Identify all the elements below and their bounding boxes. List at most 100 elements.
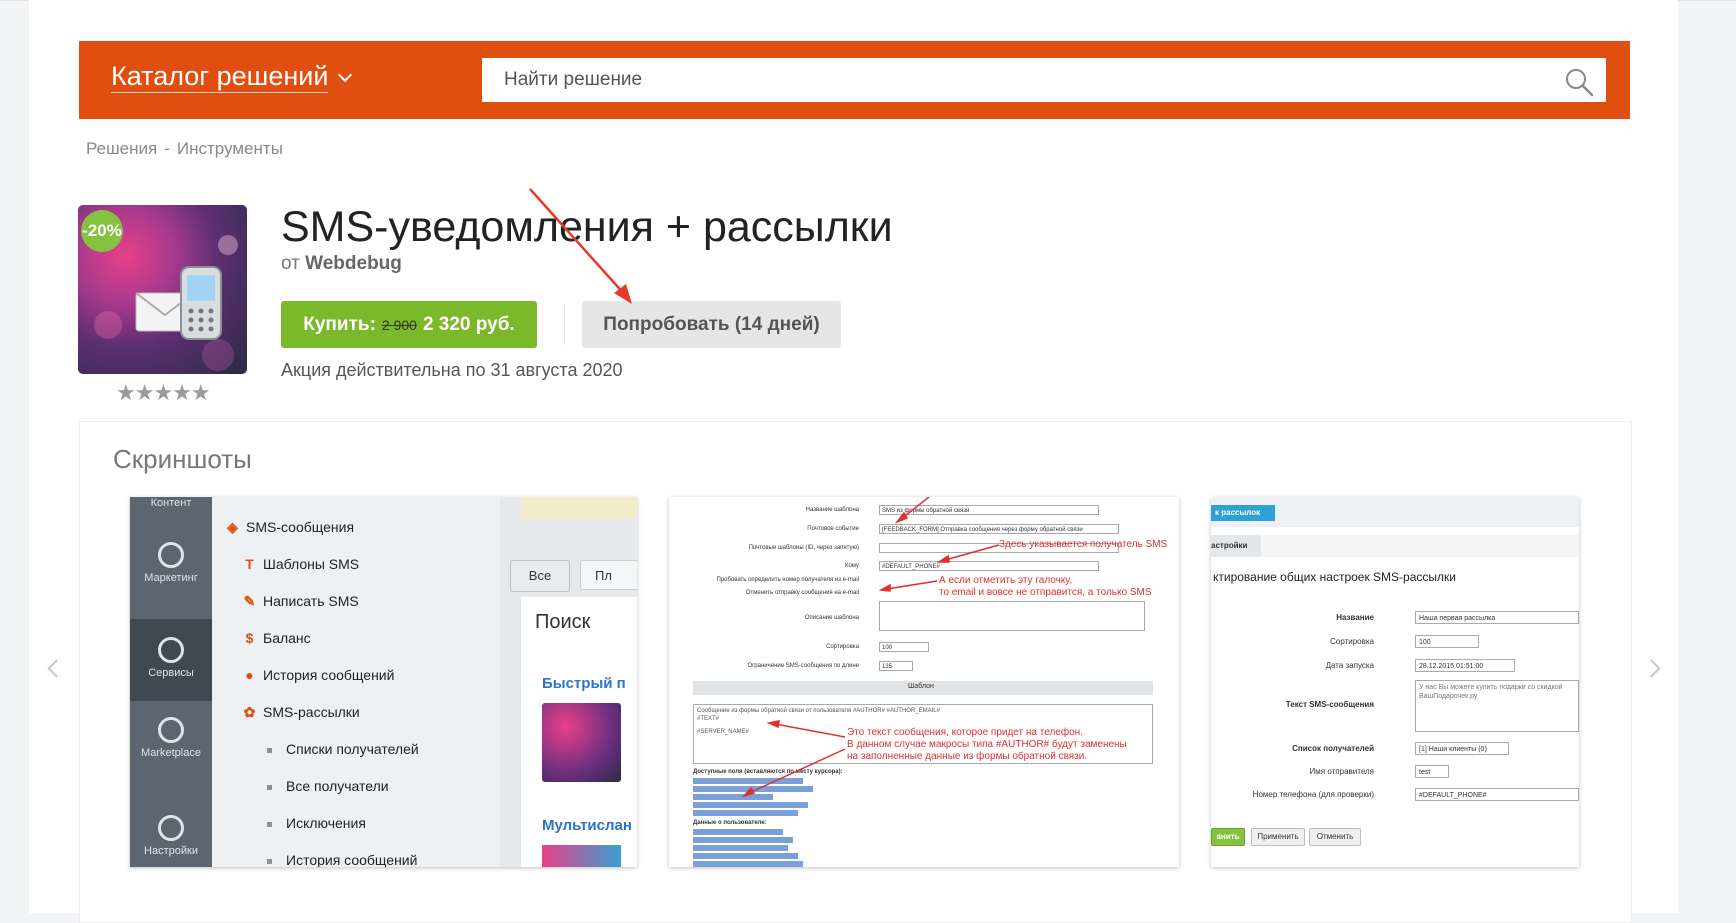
tree-node: ◈ SMS-сообщения (225, 519, 354, 536)
pane-quick-label: Быстрый п (542, 675, 626, 692)
search-pane: Поиск Быстрый п Мультислан (521, 597, 637, 867)
tree-label: История сообщений (263, 667, 395, 683)
product-thumbnail[interactable]: -20% (78, 205, 247, 374)
catalog-header: Каталог решений (79, 41, 1630, 119)
sidebar-label: Настройки (144, 845, 198, 857)
pane-search-label: Поиск (535, 611, 591, 633)
discount-badge: -20% (81, 210, 123, 252)
catalog-menu-toggle[interactable]: Каталог решений (111, 61, 353, 93)
form-field: У нас Вы можете купить подарки со скидко… (1415, 680, 1579, 732)
form-field: 100 (1415, 635, 1479, 648)
breadcrumb-separator: - (164, 139, 170, 158)
promo-text: Акция действительна по 31 августа 2020 (281, 360, 623, 380)
settings-subtab: астройки (1211, 535, 1261, 557)
form-label: Текст SMS-сообщения (1285, 700, 1374, 709)
form-label: Название (1336, 613, 1374, 622)
screenshot-3[interactable]: к рассылок астройки ктирование общих нас… (1211, 497, 1579, 867)
screenshot-1[interactable]: Контент Маркетинг Сервисы Marketplace На… (130, 497, 637, 867)
tree-node: История сообщений (267, 852, 417, 867)
bullet (267, 784, 272, 790)
old-price: 2 900 (381, 316, 417, 333)
cancel-button: Отменить (1309, 828, 1361, 846)
breadcrumb-item-solutions[interactable]: Решения (86, 139, 157, 158)
tree-label: Все получатели (286, 778, 389, 794)
tree-node: Списки получателей (267, 741, 419, 757)
mailings-subbar (1211, 535, 1579, 557)
form-field: test (1415, 765, 1449, 778)
product-title: SMS-уведомления + рассылки (281, 203, 893, 251)
pane-multi-label: Мультислан (542, 817, 632, 834)
buy-button[interactable]: Купить: 2 900 2 320 руб. (281, 301, 537, 348)
apply-button: Применить (1251, 828, 1305, 846)
sidebar-item-marketplace: Marketplace (130, 717, 212, 759)
catalog-title[interactable]: Каталог решений (111, 61, 329, 93)
template-icon: T (245, 556, 254, 572)
pane-app-thumb (542, 703, 621, 782)
target-icon (158, 542, 184, 568)
tree-node: ✿ SMS-рассылки (242, 704, 360, 721)
clock-icon: ● (245, 667, 254, 683)
tree-label: Шаблоны SMS (263, 556, 360, 572)
layers-icon (158, 637, 184, 663)
annotation-arrows (741, 497, 1000, 798)
search-input[interactable] (482, 58, 1566, 102)
search-box (482, 58, 1606, 102)
admin-sidebar: Контент Маркетинг Сервисы Marketplace На… (130, 497, 212, 867)
filter-second-button: Пл (580, 560, 637, 590)
button-divider (564, 305, 565, 345)
form-label: Имя отправителя (1309, 767, 1374, 776)
sidebar-label: Сервисы (148, 667, 194, 679)
form-field: [1] Наши клиенты (0) (1415, 742, 1509, 755)
sidebar-label: Marketplace (141, 747, 201, 759)
admin-right-panel: Все Пл Поиск Быстрый п Мультислан (500, 497, 637, 867)
bullet (267, 821, 272, 827)
pencil-icon: ✎ (243, 593, 256, 609)
breadcrumb-item-tools[interactable]: Инструменты (177, 139, 283, 158)
sms-icon: ◈ (227, 519, 238, 535)
search-icon[interactable] (1564, 67, 1594, 97)
mailing-settings-title: ктирование общих настроек SMS-рассылки (1213, 570, 1456, 584)
pane-app-thumb-2 (542, 845, 621, 867)
tree-label: История сообщений (286, 852, 418, 867)
tree-label: SMS-рассылки (263, 704, 360, 720)
form-field: Наша первая рассылка (1415, 611, 1579, 624)
rating-stars: ★★★★★ (116, 380, 211, 405)
tree-node: ● История сообщений (242, 667, 394, 683)
filter-all-button: Все (510, 560, 570, 592)
form-field: 28.12.2015 01:51:00 (1415, 659, 1515, 672)
form-label: Список получателей (1292, 744, 1374, 753)
tree-label: Списки получателей (286, 741, 419, 757)
form-label: Дата запуска (1325, 661, 1374, 670)
sidebar-item-settings: Настройки (130, 815, 212, 857)
form-label: Сортировка (1330, 637, 1374, 646)
notice-strip (521, 497, 637, 519)
tree-label: Написать SMS (263, 593, 359, 609)
try-button[interactable]: Попробовать (14 дней) (582, 301, 841, 348)
screenshot-2[interactable]: Название шаблона SMS из формы обратной с… (669, 497, 1179, 867)
tree-label: SMS-сообщения (246, 519, 355, 535)
dollar-icon: $ (245, 630, 254, 646)
admin-tree: ◈ SMS-сообщения T Шаблоны SMS ✎ Написать SM… (212, 497, 500, 867)
sidebar-item-services: Сервисы (130, 637, 212, 679)
sidebar-item-content: Контент (150, 497, 192, 509)
vendor-link[interactable]: Webdebug (305, 253, 402, 274)
cloud-icon (158, 717, 184, 743)
screenshots-title: Скриншоты (113, 444, 252, 474)
sidebar-item-marketing: Маркетинг (130, 542, 212, 584)
sidebar-label: Маркетинг (144, 572, 198, 584)
new-price: 2 320 руб. (422, 313, 515, 335)
form-field: #DEFAULT_PHONE# (1415, 788, 1579, 801)
mailings-tab: к рассылок (1211, 505, 1275, 521)
tree-node: $ Баланс (242, 630, 311, 646)
tree-node: T Шаблоны SMS (242, 556, 359, 572)
save-button: анить (1211, 828, 1245, 846)
form-label: Номер телефона (для проверки) (1252, 790, 1374, 799)
tree-node: Все получатели (267, 778, 389, 794)
chevron-down-icon (338, 67, 353, 83)
breadcrumb: Решения - Инструменты (86, 139, 283, 159)
bullet (267, 858, 272, 864)
tree-label: Исключения (286, 815, 366, 831)
buy-label: Купить: (303, 313, 376, 335)
gear-icon (158, 815, 184, 841)
tree-node: Исключения (267, 815, 366, 831)
